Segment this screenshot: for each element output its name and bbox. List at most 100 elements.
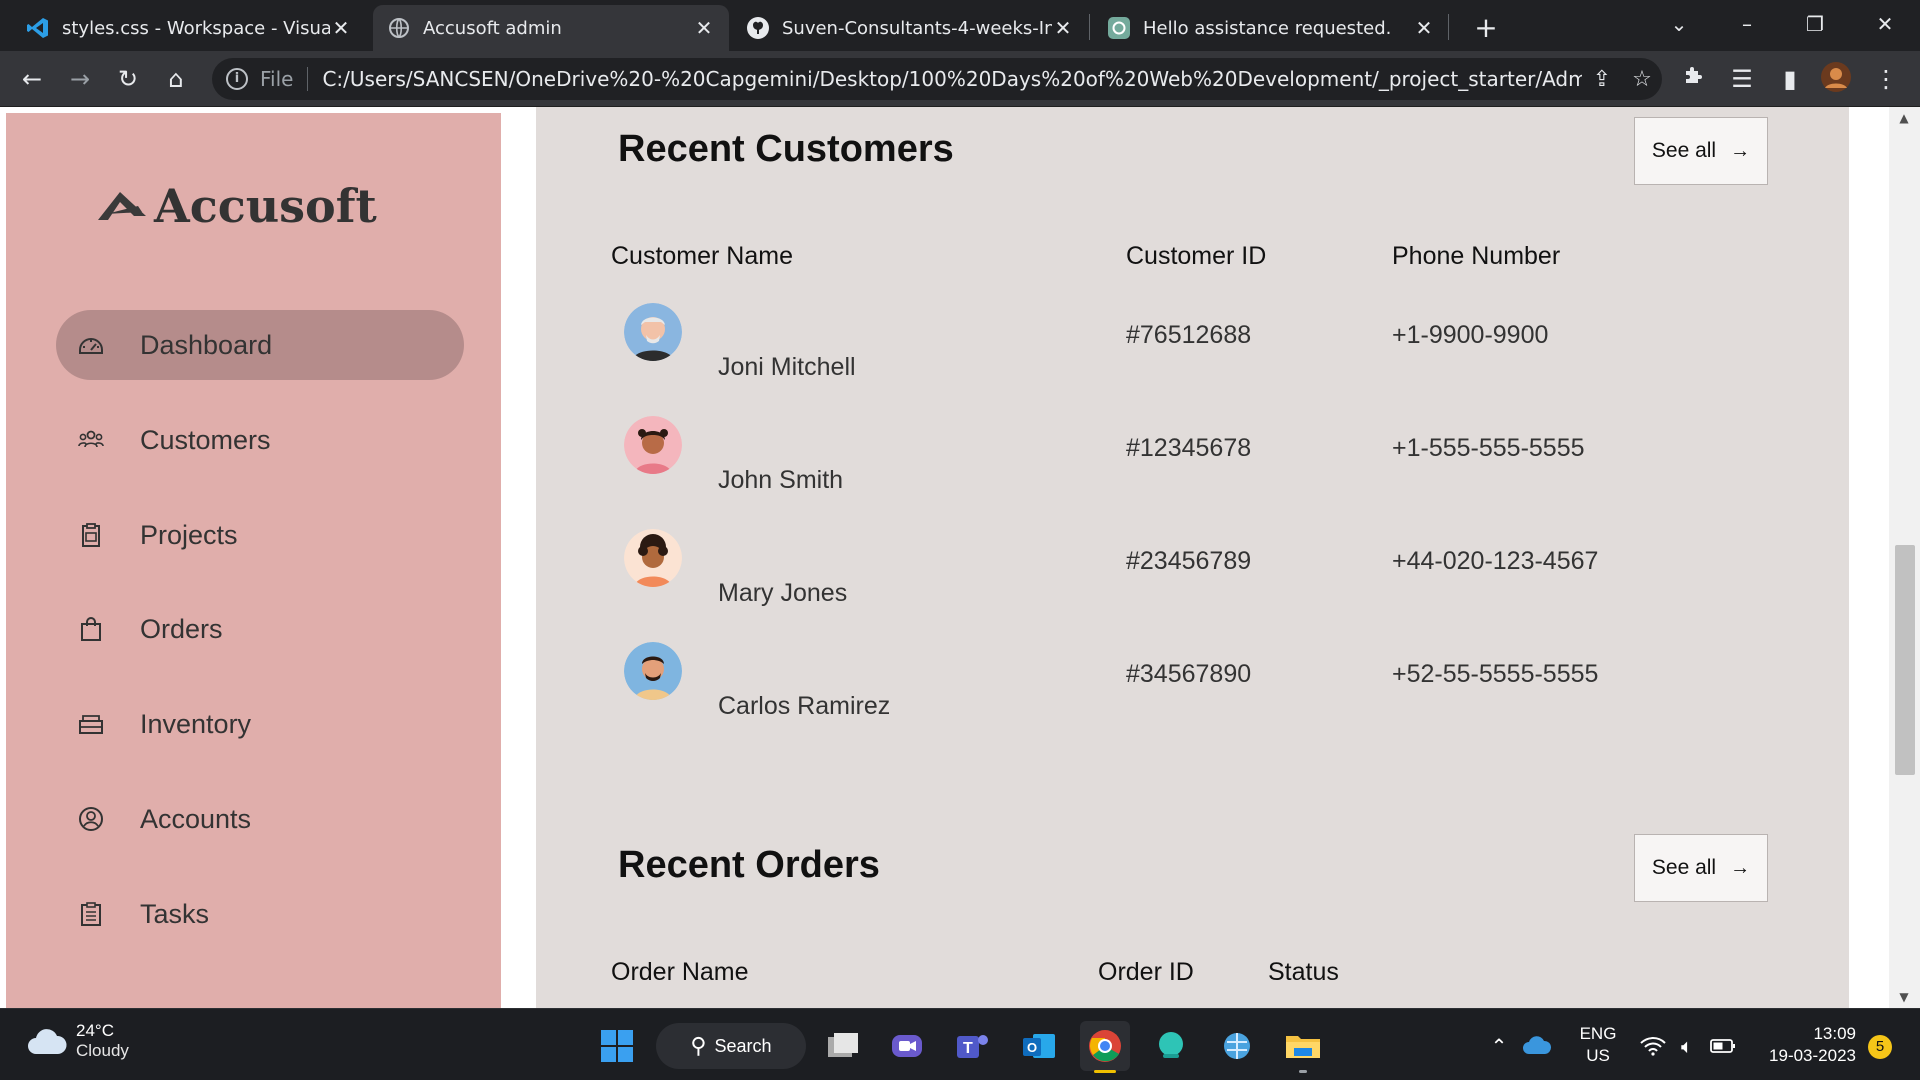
back-button[interactable]: ← [14,61,50,97]
weather-condition: Cloudy [76,1041,129,1060]
sidebar-item-orders[interactable]: Orders [56,594,464,664]
column-header-customer-name: Customer Name [611,242,793,270]
edge-beta-icon[interactable] [1146,1021,1196,1071]
customer-phone: +52-55-5555-5555 [1392,660,1599,688]
file-explorer-icon[interactable] [1278,1021,1328,1073]
sidebar-item-inventory[interactable]: Inventory [56,689,464,759]
side-panel-icon[interactable]: ▮ [1772,61,1808,97]
sidebar-item-tasks[interactable]: Tasks [56,879,464,949]
svg-text:T: T [963,1040,973,1057]
language-code: ENG [1579,1024,1617,1043]
notification-badge[interactable]: 5 [1868,1035,1892,1059]
avatar [624,416,682,474]
sidebar-item-dashboard[interactable]: Dashboard [56,310,464,380]
customers-see-all-button[interactable]: See all → [1634,117,1768,185]
scrollbar-thumb[interactable] [1895,545,1915,775]
scroll-up-icon[interactable]: ▲ [1897,111,1911,125]
info-icon[interactable]: i [226,68,248,90]
recent-customers-title: Recent Customers [618,128,954,170]
minimize-button[interactable]: – [1722,8,1772,40]
avatar [624,529,682,587]
sidebar: Accusoft Dashboard Customers Projects Or… [6,113,501,1008]
volume-icon[interactable]: 🔈︎ [1670,1021,1704,1071]
sidebar-item-accounts[interactable]: Accounts [56,784,464,854]
chevron-up-icon[interactable]: ⌃ [1484,1021,1514,1071]
orders-see-all-button[interactable]: See all → [1634,834,1768,902]
tab-accusoft-admin[interactable]: Accusoft admin ✕ [373,5,729,51]
clock-time: 13:09 [1813,1024,1856,1043]
teams-icon[interactable]: T [948,1021,998,1071]
scroll-down-icon[interactable]: ▼ [1897,990,1911,1004]
chevron-down-icon[interactable]: ⌄ [1654,8,1704,40]
github-icon [747,17,769,39]
close-icon[interactable]: ✕ [1052,16,1074,40]
clock-date: 19-03-2023 [1769,1046,1856,1065]
see-all-label: See all [1651,856,1717,879]
tab-chatgpt[interactable]: Hello assistance requested. ✕ [1093,5,1449,51]
customers-icon [78,430,104,448]
url-text[interactable]: C:/Users/SANCSEN/OneDrive%20-%20Capgemin… [322,67,1582,91]
avatar [624,642,682,700]
active-app-indicator [1094,1070,1116,1073]
sidebar-item-label: Orders [140,613,223,644]
new-tab-button[interactable]: + [1466,8,1506,48]
accounts-icon [79,807,103,831]
taskbar-search-button[interactable]: ⚲ Search [656,1023,806,1069]
orders-icon [81,617,101,641]
sidebar-item-label: Accounts [140,803,252,834]
weather-widget[interactable]: 24°C Cloudy [26,1021,129,1061]
column-header-order-id: Order ID [1098,958,1194,986]
sidebar-item-label: Tasks [140,898,210,929]
share-icon[interactable]: ⇪ [1582,67,1622,92]
customer-name: John Smith [718,466,844,494]
tab-title: Suven-Consultants-4-weeks-Inter [782,17,1052,39]
close-icon[interactable]: ✕ [330,16,352,40]
tab-vscode[interactable]: styles.css - Workspace - Visual St ✕ [12,5,366,51]
tasks-icon [81,902,101,926]
svg-text:O: O [1027,1040,1037,1055]
chrome-icon[interactable] [1080,1021,1130,1073]
outlook-icon[interactable]: O [1014,1021,1064,1071]
extensions-icon[interactable] [1676,61,1712,97]
home-button[interactable]: ⌂ [158,61,194,97]
star-icon[interactable]: ☆ [1622,67,1662,92]
task-view-icon[interactable] [818,1021,868,1071]
customer-name: Mary Jones [718,579,848,607]
battery-icon[interactable] [1706,1021,1740,1071]
close-icon[interactable]: ✕ [693,16,715,40]
address-bar[interactable]: i File C:/Users/SANCSEN/OneDrive%20-%20C… [212,58,1662,100]
meet-chat-icon[interactable] [882,1021,932,1071]
arrow-right-icon: → [1730,139,1751,162]
restore-button[interactable]: ❐ [1790,8,1840,40]
language-indicator[interactable]: ENG US [1570,1023,1626,1067]
tab-github[interactable]: Suven-Consultants-4-weeks-Inter ✕ [732,5,1088,51]
customer-id: #23456789 [1126,547,1252,575]
sidebar-item-customers[interactable]: Customers [56,405,464,475]
avatar [624,303,682,361]
forward-button[interactable]: → [62,61,98,97]
sidebar-item-projects[interactable]: Projects [56,500,464,570]
customer-name: Joni Mitchell [718,353,856,381]
close-icon[interactable]: ✕ [1413,16,1435,40]
reload-button[interactable]: ↻ [110,61,146,97]
menu-kebab-icon[interactable]: ⋮ [1868,61,1904,97]
sidebar-item-label: Inventory [140,708,252,739]
profile-avatar[interactable] [1818,61,1854,97]
clock[interactable]: 13:09 19-03-2023 [1752,1023,1856,1067]
customer-id: #12345678 [1126,434,1252,462]
onedrive-icon[interactable] [1520,1021,1554,1071]
wifi-icon[interactable] [1636,1021,1670,1071]
network-app-icon[interactable] [1212,1021,1262,1071]
page-scrollbar[interactable]: ▲ ▼ [1889,107,1920,1008]
projects-icon [82,523,100,547]
page-viewport: Accusoft Dashboard Customers Projects Or… [0,107,1920,1008]
windows-start-icon[interactable] [592,1021,642,1071]
customer-name: Carlos Ramirez [718,692,891,720]
close-window-button[interactable]: ✕ [1860,8,1910,40]
browser-toolbar: ← → ↻ ⌂ i File C:/Users/SANCSEN/OneDrive… [0,51,1920,107]
media-control-icon[interactable]: ☰ [1724,61,1760,97]
chatgpt-icon [1108,17,1130,39]
brand-logo[interactable]: Accusoft [94,179,377,233]
sidebar-item-label: Projects [140,519,238,550]
weather-temperature: 24°C [76,1021,114,1040]
